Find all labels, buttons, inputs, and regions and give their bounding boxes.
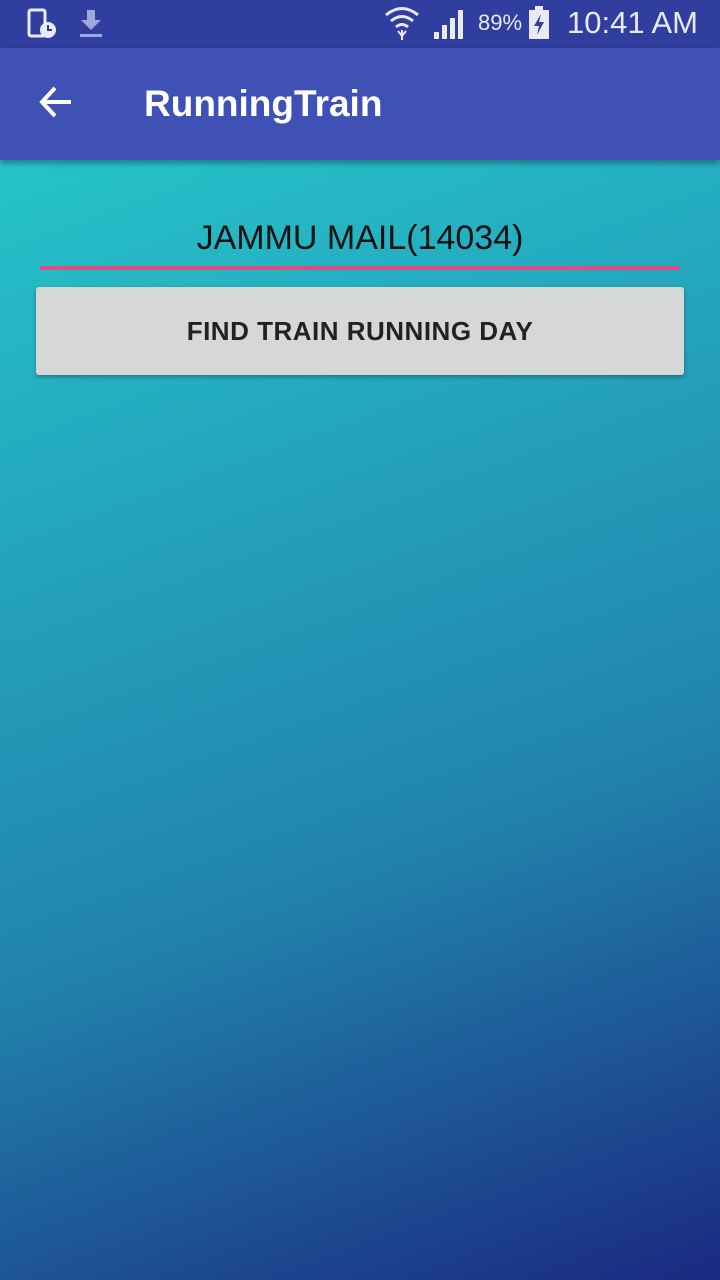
find-train-running-day-button[interactable]: FIND TRAIN RUNNING DAY (36, 287, 684, 375)
page-title: RunningTrain (144, 83, 383, 124)
status-bar: 89% 10:41 AM (0, 0, 720, 48)
clock: 10:41 AM (567, 5, 698, 40)
battery-charging-icon (528, 6, 550, 45)
phone-clock-icon (26, 8, 60, 45)
signal-icon (432, 6, 468, 45)
train-field[interactable] (40, 210, 680, 270)
arrow-left-icon (38, 84, 74, 125)
app-bar: RunningTrain (0, 48, 720, 160)
field-underline (40, 266, 680, 270)
train-name-input[interactable] (40, 210, 680, 266)
battery-percent: 89% (478, 10, 523, 35)
download-icon (78, 8, 104, 45)
back-button[interactable] (24, 72, 88, 136)
wifi-icon (383, 4, 421, 47)
